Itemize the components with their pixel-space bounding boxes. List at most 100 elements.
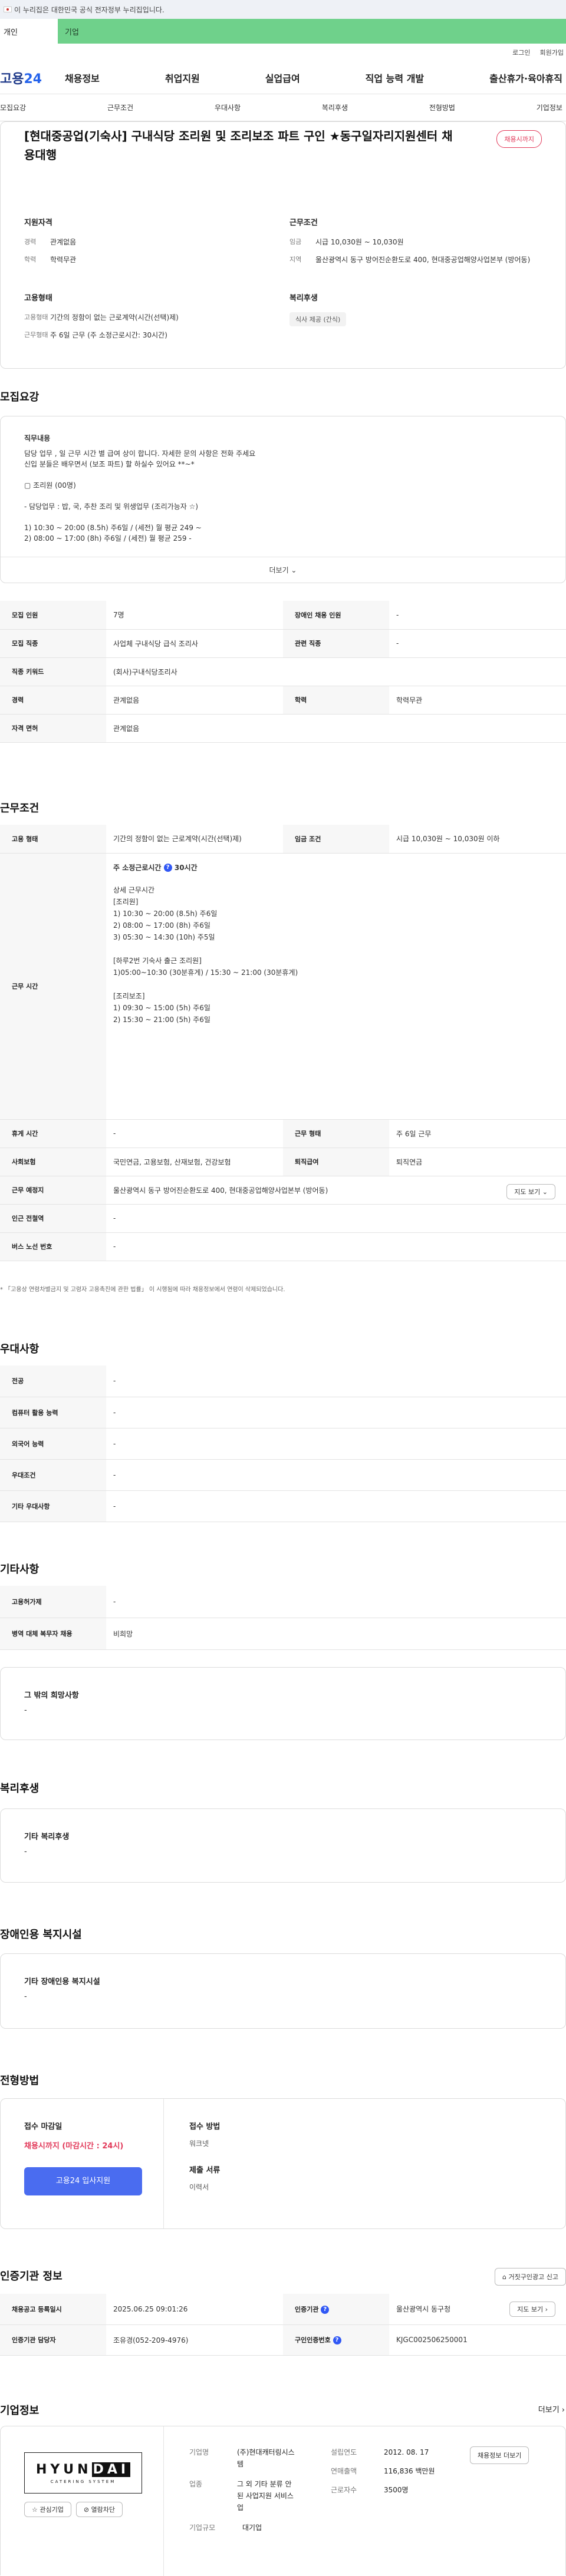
- menu-unemployment-benefit[interactable]: 실업급여: [265, 71, 300, 85]
- logo-number: 24: [24, 71, 42, 87]
- qualification-block: 지원자격 경력 관계없음 학력 학력무관: [24, 216, 260, 272]
- cell-value: 사업체 구내식당 급식 조리사: [106, 629, 283, 658]
- hours-line: [113, 943, 559, 955]
- gov-notice-bar: 이 누리집은 대한민국 공식 전자정부 누리집입니다.: [0, 0, 566, 19]
- work-place-cell: 울산광역시 동구 방어진순환도로 400, 현대중공업해양사업본부 (방어동) …: [106, 1176, 566, 1205]
- qualification-heading: 지원자격: [24, 219, 52, 227]
- wage-value: 시급 10,030원 ~ 10,030원: [315, 238, 404, 246]
- employment-type-label: 고용형태: [24, 313, 48, 321]
- company-info-right: 설립연도 2012. 08. 17 연매출액 116,836 백만원 근로자수 350…: [331, 2446, 449, 2496]
- tab-corporate[interactable]: 기업: [58, 19, 566, 44]
- method-label: 접수 방법: [189, 2122, 221, 2131]
- table-row: 전공 -: [0, 1365, 566, 1397]
- sales-label: 연매출액: [331, 2467, 357, 2475]
- etc-section-title: 기타사항: [0, 1563, 40, 1576]
- table-row: 모집 인원 7명 장애인 채용 인원 -: [0, 601, 566, 630]
- cell-value: 주 6일 근무: [389, 1119, 566, 1148]
- cell-label: 채용공고 등록일시: [0, 2294, 106, 2325]
- table-row: 인증기관 담당자 조유경(052-209-4976) 구인인증번호 ? KJGC…: [0, 2324, 566, 2356]
- cell-label: 모집 직종: [0, 629, 106, 658]
- divider: [163, 2099, 164, 2228]
- company-section-title: 기업정보: [0, 2405, 40, 2417]
- menu-jobs[interactable]: 채용정보: [65, 71, 100, 85]
- site-logo[interactable]: 고용24: [0, 68, 65, 87]
- recruit-table: 모집 인원 7명 장애인 채용 인원 - 모집 직종 사업체 구내식당 급식 조…: [0, 601, 566, 743]
- table-row: 인근 전철역 -: [0, 1204, 566, 1233]
- block-company-button[interactable]: ⊘ 열람차단: [75, 2502, 123, 2517]
- anchor-conditions[interactable]: 근무조건: [107, 102, 133, 113]
- cell-label: 장애인 채용 인원: [283, 601, 389, 630]
- anchor-preference[interactable]: 우대사항: [215, 102, 241, 113]
- company-logo: HYUNDAI CATERING SYSTEM: [24, 2452, 142, 2494]
- hours-line: [조리보조]: [113, 991, 145, 1000]
- table-row: 경력 관계없음 학력 학력무관: [0, 686, 566, 715]
- table-row: 자격 면허 관계없음: [0, 714, 566, 743]
- cell-label: 모집 인원: [0, 601, 106, 630]
- map-toggle-button[interactable]: 지도 보기 ⌄: [506, 1183, 555, 1199]
- menu-employment-support[interactable]: 취업지원: [165, 71, 200, 85]
- cell-label: 병역 대체 복무자 채용: [0, 1618, 106, 1650]
- cell-label: 직종 키워드: [0, 657, 106, 686]
- agency-map-button[interactable]: 지도 보기 ›: [509, 2301, 555, 2317]
- agency-table: 채용공고 등록일시 2025.06.25 09:01:26 인증기관 ? 울산광…: [0, 2294, 566, 2356]
- docs-label: 제출 서류: [189, 2166, 221, 2175]
- cell-value: -: [106, 1397, 566, 1428]
- apply-button[interactable]: 고용24 입사지원: [24, 2167, 142, 2195]
- cell-value: (회사)구내식당조리사: [106, 657, 566, 686]
- favorite-company-button[interactable]: ☆ 관심기업: [24, 2502, 71, 2517]
- etc-table: 고용허가제 - 병역 대체 복무자 채용 비희망: [0, 1586, 566, 1650]
- cell-value: -: [389, 629, 566, 658]
- anchor-company[interactable]: 기업정보: [537, 102, 562, 113]
- anchor-welfare[interactable]: 복리후생: [322, 102, 348, 113]
- work-conditions-heading: 근무조건: [289, 219, 318, 227]
- employment-type-value: 기간의 정함이 없는 근로계약(시간(선택)제): [50, 313, 179, 322]
- cell-label: 관련 직종: [283, 629, 389, 658]
- table-row: 기타 우대사항 -: [0, 1490, 566, 1522]
- report-fake-ad-button[interactable]: ⌂ 거짓구인광고 신고: [495, 2268, 566, 2286]
- help-icon[interactable]: ?: [321, 2305, 330, 2314]
- cell-label: 자격 면허: [0, 714, 106, 743]
- menu-skills-development[interactable]: 직업 능력 개발: [366, 71, 424, 85]
- work-conditions-block: 근무조건 임금 시급 10,030원 ~ 10,030원 지역 울산광역시 동구 방…: [289, 216, 549, 272]
- agency-section-title: 인증기관 정보: [0, 2270, 62, 2283]
- hours-line: 2) 08:00 ~ 17:00 (8h) 주6일: [113, 921, 210, 930]
- desc-line: - 담당업무 : 밥, 국, 추찬 조리 및 위생업무 (조리가능자 ☆): [24, 502, 199, 511]
- table-row: 모집 직종 사업체 구내식당 급식 조리사 관련 직종 -: [0, 629, 566, 658]
- help-icon[interactable]: ?: [163, 864, 172, 872]
- cell-label: 경력: [0, 686, 106, 715]
- hours-line: [113, 978, 559, 990]
- welfare-tag: 식사 제공 (간식): [289, 312, 347, 326]
- description-more-button[interactable]: 더보기 ⌄: [1, 557, 565, 583]
- cell-value: 2025.06.25 09:01:26: [106, 2294, 283, 2325]
- table-row: 휴게 시간 - 근무 형태 주 6일 근무: [0, 1119, 566, 1148]
- help-icon[interactable]: ?: [333, 2336, 341, 2344]
- docs-value: 이력서: [189, 2183, 209, 2191]
- job-description-heading: 직무내용: [24, 434, 51, 442]
- hours-line: 1) 09:30 ~ 15:00 (5h) 주6일: [113, 1003, 210, 1012]
- selection-section-title: 전형방법: [0, 2075, 40, 2087]
- cell-label: 인증기관 담당자: [0, 2324, 106, 2356]
- anchor-selection[interactable]: 전형방법: [429, 102, 455, 113]
- main-menu: 채용정보 취업지원 실업급여 직업 능력 개발 출산휴가·육아휴직: [65, 71, 566, 85]
- cell-value: -: [106, 1428, 566, 1460]
- company-more-link[interactable]: 더보기 ›: [538, 2403, 565, 2415]
- desc-line: ▢ 조리원 (00명): [24, 481, 76, 490]
- utility-bar: 로그인 회원가입: [0, 44, 566, 61]
- cell-value: 7명: [106, 601, 283, 630]
- cell-label: 근무 시간: [0, 853, 106, 1120]
- selection-box: 접수 마감일 채용시까지 (마감시간 : 24시) 고용24 입사지원 접수 방…: [0, 2098, 566, 2229]
- hours-line: 3) 05:30 ~ 14:30 (10h) 주5일: [113, 932, 215, 941]
- edu-value: 학력무관: [50, 256, 77, 264]
- cell-value: -: [106, 1365, 566, 1397]
- menu-parental-leave[interactable]: 출산휴가·육아휴직: [489, 71, 562, 85]
- more-jobs-button[interactable]: 채용정보 더보기: [470, 2446, 529, 2464]
- login-link[interactable]: 로그인: [512, 48, 530, 57]
- join-link[interactable]: 회원가입: [540, 48, 564, 57]
- founded-label: 설립연도: [331, 2448, 357, 2456]
- table-row: 근무 시간 주 소정근로시간 ? 30시간 상세 근무시간 [조리원] 1) 1…: [0, 853, 566, 1120]
- hours-line: 1) 10:30 ~ 20:00 (8.5h) 주6일: [113, 909, 218, 918]
- tab-personal[interactable]: 개인: [0, 19, 58, 44]
- agency-label: 인증기관: [295, 2305, 319, 2313]
- method-block: 접수 방법 워크넷 제출 서류 이력서: [189, 2120, 220, 2192]
- anchor-recruit[interactable]: 모집요강: [0, 102, 26, 113]
